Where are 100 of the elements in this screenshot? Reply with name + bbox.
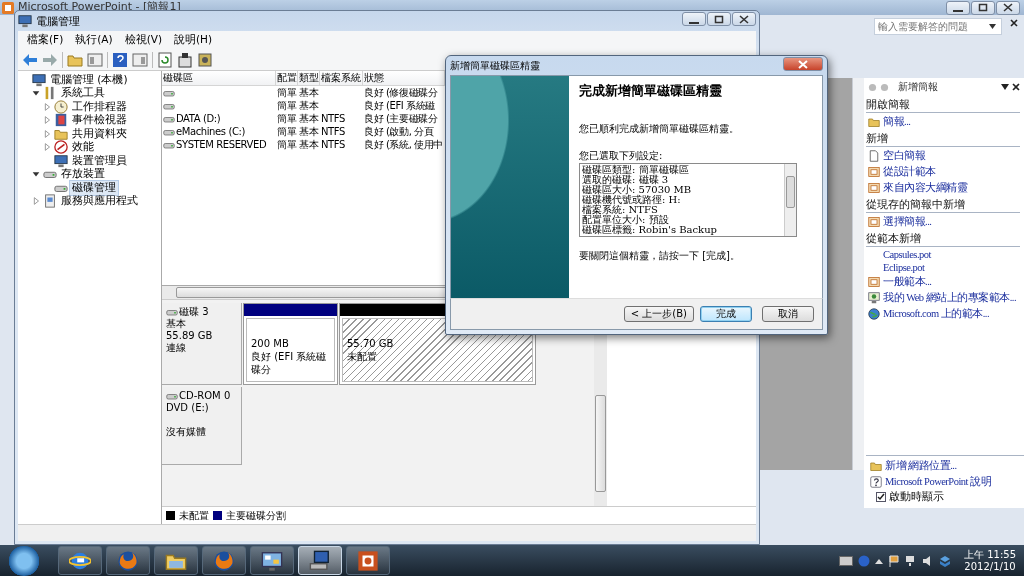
task-link[interactable]: Eclipse.pot bbox=[883, 262, 925, 273]
close-button[interactable] bbox=[783, 57, 823, 71]
partition-block[interactable]: 200 MB 良好 (EFI 系統磁碟分 bbox=[243, 303, 338, 385]
menu-item[interactable]: 執行(A) bbox=[70, 33, 118, 47]
tree-item[interactable]: 電腦管理 (本機) bbox=[48, 72, 130, 87]
close-icon bbox=[798, 59, 808, 69]
table-cell: 基本 bbox=[299, 98, 319, 113]
computer-icon bbox=[18, 14, 32, 28]
close-button[interactable] bbox=[996, 0, 1020, 15]
help-icon[interactable] bbox=[112, 51, 128, 68]
partition-size: 200 MB bbox=[251, 337, 290, 350]
expand-toggle[interactable] bbox=[31, 196, 41, 207]
column-header[interactable]: 檔案系統 bbox=[320, 71, 363, 85]
partition-status: 未配置 bbox=[347, 350, 378, 363]
properties-icon[interactable] bbox=[177, 51, 193, 68]
menu-item[interactable]: 檔案(F) bbox=[22, 33, 69, 47]
task-link[interactable]: 簡報... bbox=[883, 115, 911, 129]
expand-toggle[interactable] bbox=[42, 115, 52, 126]
maximize-button[interactable] bbox=[707, 12, 731, 26]
expand-toggle[interactable] bbox=[42, 101, 52, 112]
task-link[interactable]: 從設計範本 bbox=[883, 165, 936, 179]
monitor-icon[interactable] bbox=[868, 292, 880, 304]
slide-icon[interactable] bbox=[868, 182, 880, 194]
disk-state: 連線 bbox=[166, 342, 187, 354]
column-header[interactable]: 類型 bbox=[298, 71, 320, 85]
legend-label: 主要磁碟分割 bbox=[226, 508, 286, 523]
close-icon[interactable] bbox=[1010, 19, 1018, 27]
dialog-button[interactable]: 完成 bbox=[700, 306, 752, 322]
checkbox[interactable] bbox=[876, 492, 886, 502]
flag-icon[interactable] bbox=[888, 554, 900, 567]
clock-date: 2012/1/10 bbox=[964, 560, 1016, 573]
column-header[interactable]: 磁碟區 bbox=[162, 71, 276, 85]
maximize-icon bbox=[714, 14, 724, 24]
expand-toggle[interactable] bbox=[42, 128, 52, 139]
task-link[interactable]: 新增 網路位置... bbox=[885, 459, 957, 473]
maximize-button[interactable] bbox=[971, 0, 995, 15]
task-link[interactable]: Capsules.pot bbox=[883, 249, 931, 260]
slide-icon[interactable] bbox=[868, 276, 880, 288]
globe-icon bbox=[117, 549, 139, 572]
taskbar-button[interactable] bbox=[346, 546, 390, 575]
globe-icon[interactable] bbox=[868, 308, 880, 320]
clock-time: 上午 11:55 bbox=[964, 548, 1016, 561]
network-icon[interactable] bbox=[905, 554, 917, 567]
table-cell: NTFS bbox=[321, 139, 345, 150]
chevron-icon[interactable] bbox=[875, 557, 883, 564]
tree-item[interactable]: 服務與應用程式 bbox=[59, 194, 140, 209]
tree-item[interactable]: 工作排程器 bbox=[70, 99, 129, 114]
dropdown-arrow-icon[interactable] bbox=[1001, 84, 1009, 90]
slide-icon[interactable] bbox=[868, 166, 880, 178]
expand-toggle[interactable] bbox=[42, 142, 52, 153]
task-pane-title: 新增簡報 bbox=[898, 80, 938, 94]
help-search-field[interactable]: 輸入需要解答的問題 bbox=[874, 18, 1002, 35]
task-link[interactable]: Microsoft PowerPoint 說明 bbox=[885, 475, 992, 489]
settings-list[interactable]: 磁碟區類型: 簡單磁碟區 選取的磁碟: 磁碟 3 磁碟區大小: 57030 MB 磁碟機代號或路徑: H: 檔案系統: NTFS 配置單位大小: 預設 磁碟區標籤: Robin's Backup bbox=[579, 163, 797, 237]
close-button[interactable] bbox=[732, 12, 756, 26]
task-link[interactable]: 來自內容大綱精靈 bbox=[883, 181, 967, 195]
task-link[interactable]: 空白簡報 bbox=[883, 149, 925, 163]
taskbar-button[interactable] bbox=[58, 546, 102, 575]
taskbar-button[interactable] bbox=[154, 546, 198, 575]
table-cell: 基本 bbox=[299, 111, 319, 126]
minimize-button[interactable] bbox=[682, 12, 706, 26]
tree-item[interactable]: 效能 bbox=[70, 140, 96, 155]
taskbar-button[interactable] bbox=[250, 546, 294, 575]
menu-item[interactable]: 說明(H) bbox=[169, 33, 218, 47]
tree-item[interactable]: 裝置管理員 bbox=[70, 153, 129, 168]
tree-item[interactable]: 磁碟管理 bbox=[70, 180, 118, 195]
settings-line: 磁碟區標籤: Robin's Backup bbox=[582, 225, 718, 235]
minimize-button[interactable] bbox=[946, 0, 970, 15]
settings-icon[interactable] bbox=[197, 51, 213, 68]
dialog-button[interactable]: 取消 bbox=[762, 306, 814, 322]
task-link[interactable]: 我的 Web 網站上的專案範本... bbox=[883, 291, 1017, 305]
task-link[interactable]: 選擇簡報... bbox=[883, 215, 932, 229]
table-cell: eMachines (C:) bbox=[176, 126, 245, 137]
box-icon[interactable] bbox=[939, 554, 951, 567]
close-icon bbox=[739, 14, 749, 24]
page-icon[interactable] bbox=[868, 150, 880, 162]
tree-item[interactable]: 存放裝置 bbox=[59, 167, 107, 182]
tree-item[interactable]: 事件檢視器 bbox=[70, 113, 129, 128]
scrollbar[interactable] bbox=[784, 164, 796, 236]
computer-icon bbox=[32, 72, 46, 87]
book-icon bbox=[54, 113, 68, 128]
panel-icon[interactable] bbox=[87, 51, 103, 68]
slide-icon[interactable] bbox=[868, 216, 880, 228]
task-link[interactable]: 一般範本... bbox=[883, 275, 932, 289]
task-link[interactable]: Microsoft.com 上的範本... bbox=[883, 307, 990, 321]
refresh-icon[interactable] bbox=[157, 51, 173, 68]
column-header[interactable]: 配置 bbox=[276, 71, 298, 85]
folder-icon[interactable] bbox=[868, 116, 880, 128]
tree-item[interactable]: 系統工具 bbox=[59, 86, 107, 101]
help-icon[interactable] bbox=[870, 476, 882, 488]
folder-icon[interactable] bbox=[870, 460, 882, 472]
dropdown-arrow-icon[interactable] bbox=[989, 24, 996, 29]
keyboard-icon[interactable] bbox=[839, 555, 853, 566]
menu-item[interactable]: 檢視(V) bbox=[119, 33, 167, 47]
panel-icon[interactable] bbox=[132, 51, 148, 68]
close-icon[interactable] bbox=[1012, 83, 1020, 91]
settings-line: 磁碟區大小: 57030 MB bbox=[582, 185, 693, 195]
dialog-button[interactable]: < 上一步(B) bbox=[623, 306, 694, 322]
tree-item[interactable]: 共用資料夾 bbox=[70, 126, 129, 141]
globe-icon bbox=[213, 549, 235, 572]
